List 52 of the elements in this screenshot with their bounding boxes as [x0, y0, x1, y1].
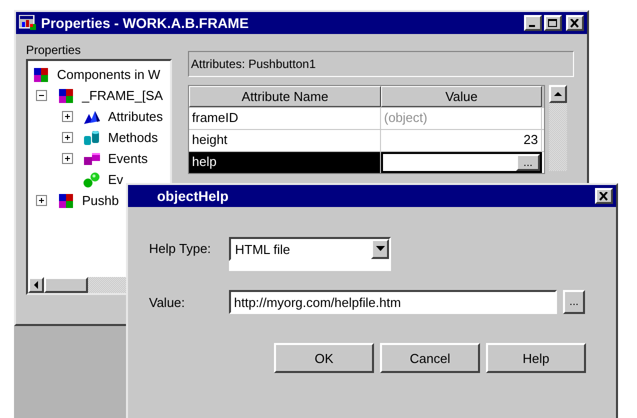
expander-toggle[interactable]	[62, 132, 73, 143]
vertical-scrollbar[interactable]	[549, 85, 567, 171]
caret-icon	[376, 246, 384, 252]
minimize-icon	[529, 25, 535, 27]
ellipsis-button[interactable]: ...	[516, 154, 540, 171]
component-icon	[32, 66, 50, 82]
column-header[interactable]: Attribute Name	[189, 86, 381, 107]
balls-icon	[83, 172, 101, 188]
window-title: Properties - WORK.A.B.FRAME	[41, 15, 250, 31]
dialog-button[interactable]: Cancel	[380, 343, 480, 373]
tree-item[interactable]: Events	[108, 151, 148, 166]
help-type-dropdown[interactable]: HTML file	[229, 237, 391, 261]
dialog-title: objectHelp	[156, 188, 230, 204]
table-cell: help	[189, 152, 381, 173]
expander-toggle[interactable]	[62, 111, 73, 122]
expander-toggle[interactable]	[36, 90, 47, 101]
help-type-label: Help Type:	[149, 240, 212, 256]
maximize-button[interactable]	[544, 15, 562, 31]
dialog-button[interactable]: OK	[274, 343, 374, 373]
component-icon	[57, 192, 75, 208]
maximize-icon	[548, 18, 558, 28]
close-icon	[599, 192, 609, 200]
minimize-button[interactable]	[524, 15, 542, 31]
cylinder-icon	[83, 130, 101, 146]
tree-item[interactable]: Attributes	[108, 109, 163, 124]
tree-item[interactable]: _FRAME_[SA	[82, 88, 163, 103]
attributes-header: Attributes: Pushbutton1	[188, 51, 574, 77]
close-button[interactable]	[595, 188, 613, 204]
dialog-button[interactable]: Help	[486, 343, 586, 373]
tree-label: Properties	[26, 43, 82, 59]
value-label: Value:	[149, 294, 186, 310]
app-icon	[19, 15, 37, 31]
plus-icon	[37, 196, 46, 205]
left-arrow-icon	[33, 281, 39, 289]
plus-icon	[63, 112, 72, 121]
expander-toggle[interactable]	[36, 195, 47, 206]
plus-icon	[63, 154, 72, 163]
close-button[interactable]	[566, 15, 584, 31]
value-field[interactable]: http://myorg.com/helpfile.htm	[229, 290, 557, 314]
tree-item[interactable]: Methods	[108, 130, 158, 145]
component-icon	[57, 88, 75, 104]
up-arrow-icon	[554, 91, 562, 97]
cube-icon	[83, 150, 101, 166]
expander-toggle[interactable]	[62, 153, 73, 164]
column-header[interactable]: Value	[381, 86, 542, 107]
plus-icon	[63, 133, 72, 142]
pyramid-icon	[83, 108, 101, 124]
browse-button[interactable]: ...	[563, 290, 585, 314]
close-icon	[570, 18, 580, 28]
tree-item[interactable]: Components in W	[57, 67, 160, 82]
tree-item[interactable]: Ev	[108, 172, 124, 187]
tree-item[interactable]: Pushb	[82, 193, 119, 208]
